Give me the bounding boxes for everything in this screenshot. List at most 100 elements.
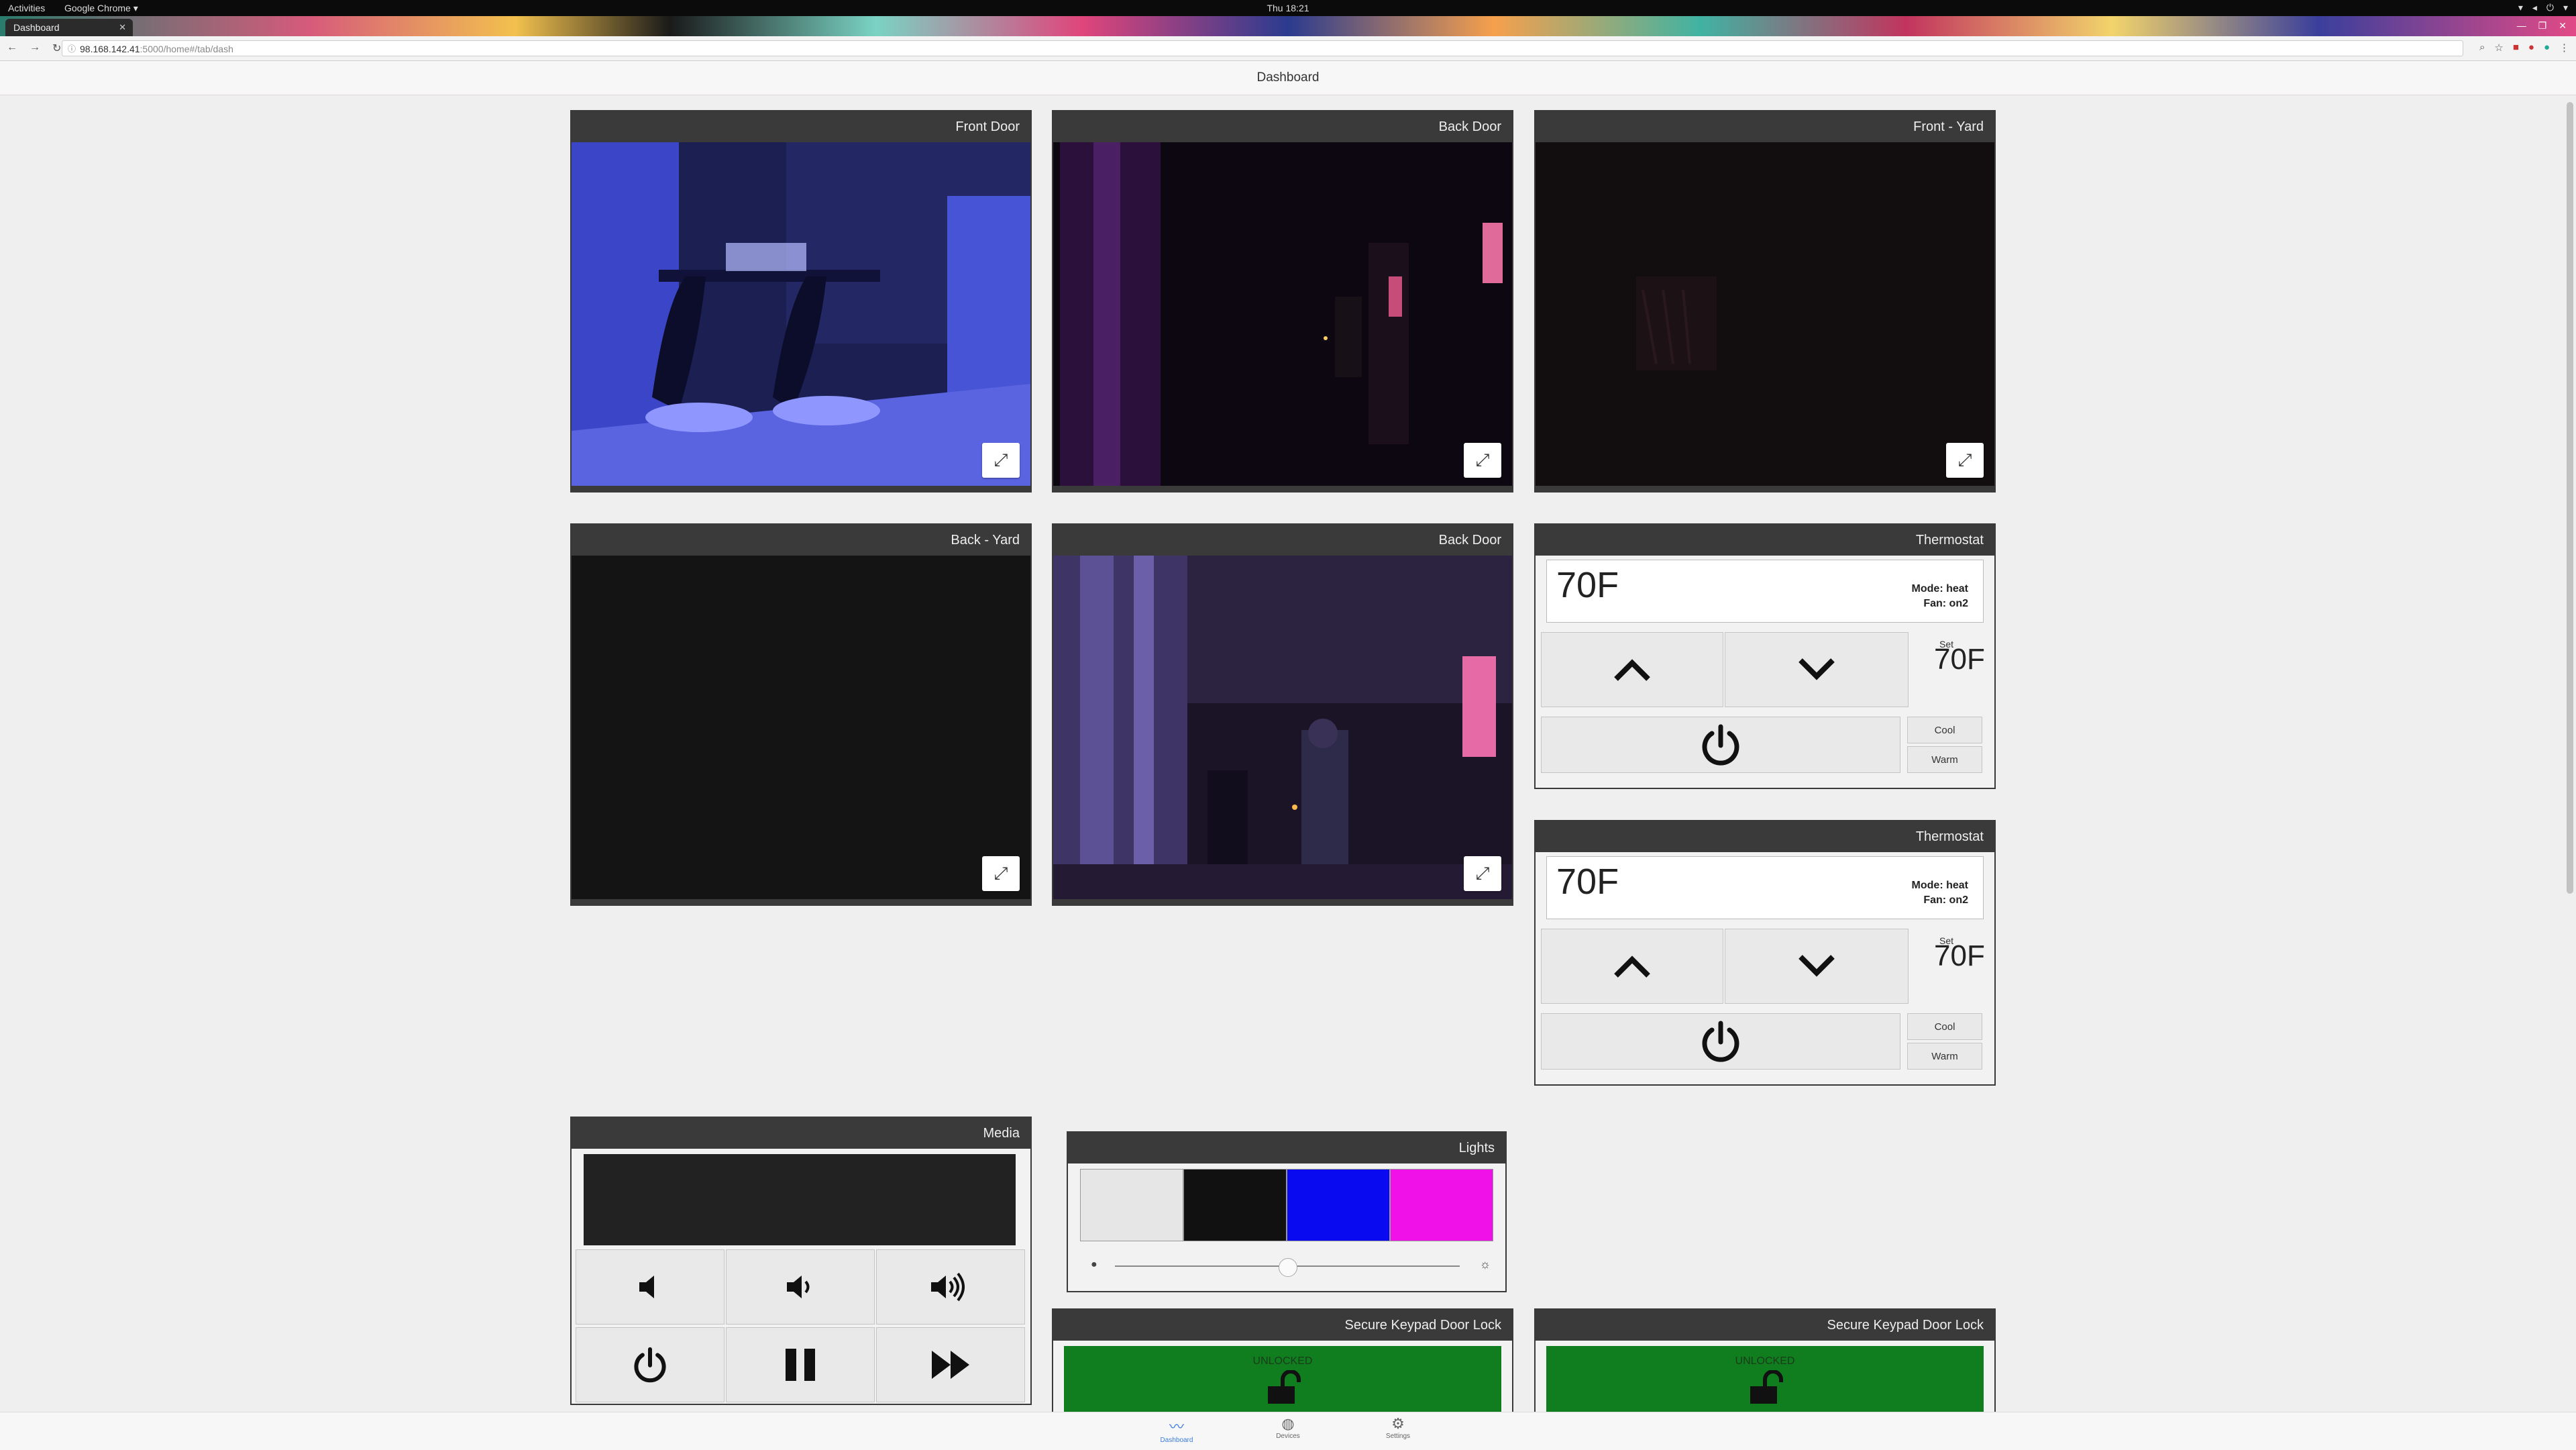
volume-up-icon <box>931 1272 965 1302</box>
temperature-down-button[interactable] <box>1725 632 1909 707</box>
reload-icon[interactable]: ↻ <box>52 42 61 55</box>
fan-text: Fan: on2 <box>1923 894 1968 906</box>
expand-icon: ⤢ <box>1957 450 1972 470</box>
fast-forward-icon <box>932 1351 969 1379</box>
browser-tab[interactable]: Dashboard ✕ <box>5 19 133 36</box>
bookmark-star-icon[interactable]: ☆ <box>2494 42 2503 54</box>
current-temperature: 70F <box>1556 565 1619 605</box>
window-controls: — ❐ ✕ <box>2517 20 2567 32</box>
door-lock-widget: Secure Keypad Door Lock UNLOCKED <box>1052 1308 1513 1416</box>
temperature-up-button[interactable] <box>1541 632 1723 707</box>
camera-widget: Front Door ⤢ <box>570 110 1032 493</box>
volume-up-button[interactable] <box>876 1249 1025 1325</box>
app-menu[interactable]: Google Chrome ▾ <box>64 3 138 14</box>
zoom-icon[interactable]: ⌕ <box>2479 42 2485 54</box>
thermostat-display: 70F Mode: heat Fan: on2 <box>1546 560 1984 623</box>
set-temperature: 70F <box>1934 643 1985 676</box>
thermostat-status: Mode: heat Fan: on2 <box>1912 878 1968 908</box>
info-icon[interactable]: ⓘ <box>68 41 76 57</box>
power-button[interactable] <box>1541 1013 1900 1070</box>
nav-devices[interactable]: ◍ Devices <box>1261 1415 1315 1440</box>
camera-feed[interactable] <box>1053 556 1512 899</box>
temperature-up-button[interactable] <box>1541 929 1723 1004</box>
camera-widget: Front - Yard ⤢ <box>1534 110 1996 493</box>
warm-button[interactable]: Warm <box>1907 1043 1982 1070</box>
volume-mute-button[interactable] <box>576 1249 724 1325</box>
set-temperature: 70F <box>1934 939 1985 972</box>
scrollbar-thumb[interactable] <box>2567 102 2573 894</box>
chevron-down-icon <box>1799 955 1835 977</box>
color-swatch-white[interactable] <box>1080 1169 1183 1241</box>
expand-button[interactable]: ⤢ <box>1464 443 1501 478</box>
chevron-down-icon <box>1799 658 1835 680</box>
brightness-low-icon: ● <box>1091 1259 1097 1270</box>
activities-button[interactable]: Activities <box>8 3 45 13</box>
pause-button[interactable] <box>726 1327 875 1402</box>
lock-status-panel[interactable]: UNLOCKED <box>1064 1346 1501 1414</box>
color-swatch-magenta[interactable] <box>1390 1169 1493 1241</box>
camera-footer <box>572 899 1030 904</box>
browser-toolbar: ← → ↻ ⓘ 98.168.142.41:5000/home#/tab/das… <box>0 36 2576 61</box>
camera-feed[interactable] <box>1536 142 1994 486</box>
volume-down-icon <box>787 1276 810 1298</box>
expand-button[interactable]: ⤢ <box>1946 443 1984 478</box>
extension-icon[interactable]: ● <box>2544 42 2550 54</box>
nav-dashboard[interactable]: 〰 Dashboard <box>1150 1415 1203 1444</box>
unlocked-icon <box>1268 1369 1301 1404</box>
camera-feed[interactable] <box>572 556 1030 899</box>
expand-button[interactable]: ⤢ <box>1464 856 1501 891</box>
close-icon[interactable]: ✕ <box>119 22 126 33</box>
volume-off-icon <box>639 1276 654 1298</box>
camera-feed[interactable] <box>572 142 1030 486</box>
fast-forward-button[interactable] <box>876 1327 1025 1402</box>
back-icon[interactable]: ← <box>7 42 17 55</box>
pause-icon <box>786 1349 815 1381</box>
color-swatch-blue[interactable] <box>1287 1169 1390 1241</box>
cool-button[interactable]: Cool <box>1907 1013 1982 1040</box>
warm-button[interactable]: Warm <box>1907 746 1982 773</box>
extension-icon[interactable]: ■ <box>2513 42 2519 54</box>
close-window-icon[interactable]: ✕ <box>2559 20 2567 32</box>
mode-text: Mode: heat <box>1911 880 1968 891</box>
camera-footer <box>572 486 1030 491</box>
clock[interactable]: Thu 18:21 <box>0 3 2576 13</box>
expand-icon: ⤢ <box>994 863 1008 883</box>
expand-icon: ⤢ <box>1475 450 1490 470</box>
camera-widget: Back - Yard ⤢ <box>570 523 1032 906</box>
extension-icon[interactable]: ● <box>2528 42 2534 54</box>
lock-status-panel[interactable]: UNLOCKED <box>1546 1346 1984 1414</box>
power-button[interactable] <box>1541 717 1900 773</box>
page-scrollbar[interactable] <box>2564 95 2576 1410</box>
thermostat-widget: Thermostat 70F Mode: heat Fan: on2 Set 7… <box>1534 820 1996 1086</box>
camera-widget: Back Door ⤢ <box>1052 110 1513 493</box>
door-lock-title: Secure Keypad Door Lock <box>1053 1310 1512 1341</box>
expand-icon: ⤢ <box>1475 863 1490 883</box>
forward-icon[interactable]: → <box>30 42 40 55</box>
fan-text: Fan: on2 <box>1923 598 1968 609</box>
current-temperature: 70F <box>1556 862 1619 902</box>
color-swatch-black[interactable] <box>1183 1169 1287 1241</box>
camera-feed[interactable] <box>1053 142 1512 486</box>
maximize-icon[interactable]: ❐ <box>2538 20 2547 32</box>
minimize-icon[interactable]: — <box>2517 20 2526 32</box>
camera-title: Back Door <box>1053 525 1512 556</box>
address-bar[interactable]: ⓘ 98.168.142.41:5000/home#/tab/dash <box>62 40 2463 56</box>
chevron-up-icon <box>1614 955 1650 978</box>
bottom-navigation: 〰 Dashboard ◍ Devices ⚙ Settings <box>0 1412 2576 1450</box>
expand-button[interactable]: ⤢ <box>982 443 1020 478</box>
brightness-slider-handle[interactable] <box>1279 1258 1297 1277</box>
expand-button[interactable]: ⤢ <box>982 856 1020 891</box>
menu-icon[interactable]: ⋮ <box>2559 42 2569 54</box>
power-icon: ⏻ <box>2546 2 2554 13</box>
cool-button[interactable]: Cool <box>1907 717 1982 743</box>
system-tray[interactable]: ▾ ◂ ⏻ ▾ <box>2518 2 2568 13</box>
volume-icon: ◂ <box>2532 2 2537 13</box>
nav-settings[interactable]: ⚙ Settings <box>1371 1415 1425 1440</box>
nav-devices-label: Devices <box>1276 1433 1300 1440</box>
lights-widget: Lights ● ☼ <box>1067 1131 1507 1292</box>
volume-down-button[interactable] <box>726 1249 875 1325</box>
temperature-down-button[interactable] <box>1725 929 1909 1004</box>
door-lock-widget: Secure Keypad Door Lock UNLOCKED <box>1534 1308 1996 1416</box>
media-power-button[interactable] <box>576 1327 724 1402</box>
camera-title: Back Door <box>1053 111 1512 142</box>
